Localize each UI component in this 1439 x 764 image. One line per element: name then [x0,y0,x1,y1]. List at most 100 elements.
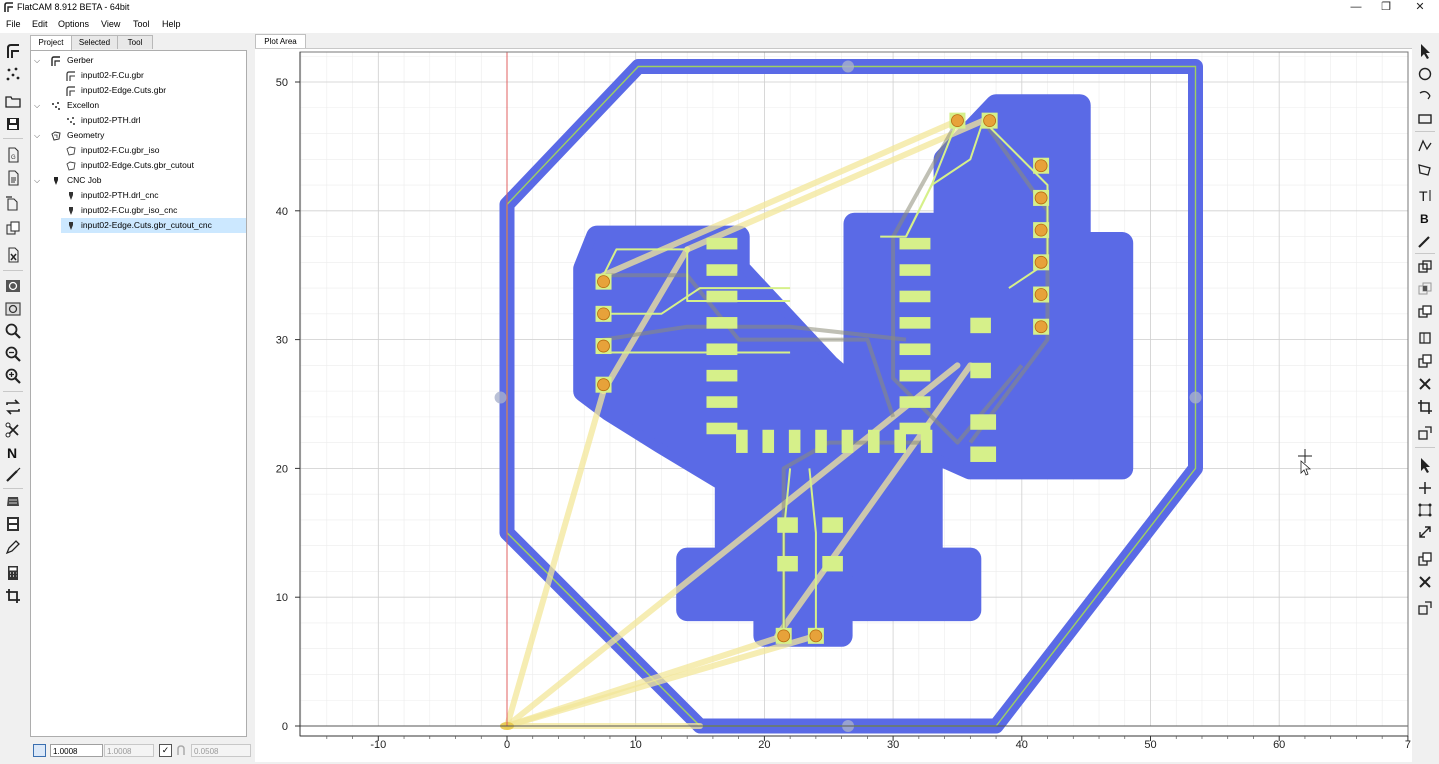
copy-object-icon[interactable] [4,219,22,237]
drill-hole [597,339,610,353]
tab-tool[interactable]: Tool [117,35,153,49]
maximize-button[interactable]: ❐ [1371,0,1401,17]
plot-svg[interactable]: -10 0 10 20 30 40 50 60 701020304050 [255,49,1412,762]
menu-file[interactable]: File [6,19,21,29]
paint-tool-icon[interactable] [4,466,22,484]
tree-item[interactable]: input02-Edge.Cuts.gbr_cutout [34,158,244,173]
smd-pad [970,446,997,462]
zoom-out-icon[interactable] [4,345,22,363]
tree-group-cnc-job[interactable]: ⌵ CNC Job [34,173,244,188]
double-sided-tool-icon[interactable] [4,398,22,416]
resize-icon[interactable] [1416,523,1434,541]
tree-item[interactable]: input02-Edge.Cuts.gbr [34,83,244,98]
menu-help[interactable]: Help [162,19,181,29]
plot-canvas[interactable]: -10 0 10 20 30 40 50 60 7 0 10 20 30 40 50 [255,48,1412,762]
zoom-fit-icon[interactable] [4,322,22,340]
y-tick-label: 0 [282,721,288,733]
minimize-button[interactable]: — [1341,0,1371,17]
save-icon[interactable] [4,115,22,133]
panelize-tool-icon[interactable] [4,492,22,510]
snap-y-input[interactable]: 1.0008 [104,744,154,757]
pad-array-icon[interactable] [1416,501,1434,519]
close-button[interactable]: ✕ [1405,0,1435,17]
snap-max-input[interactable]: 0.0508 [191,744,251,757]
add-polygon-icon[interactable] [1416,160,1434,178]
move-drill-icon[interactable] [1416,599,1434,617]
new-document-icon[interactable] [4,169,22,187]
cnc-file-icon [66,221,76,231]
new-excellon-icon[interactable] [4,65,22,83]
buffer-icon[interactable]: B [1416,209,1434,227]
open-folder-icon[interactable] [4,92,22,110]
film-tool-icon[interactable] [4,515,22,533]
copy-shape-icon[interactable] [1416,352,1434,370]
add-pad-icon[interactable] [1416,479,1434,497]
clear-plot-icon[interactable] [4,300,22,318]
tree-group-excellon[interactable]: ⌵ Excellon [34,98,244,113]
tree-group-gerber[interactable]: ⌵ Gerber [34,53,244,68]
smd-pad [706,422,738,435]
tree-item[interactable]: input02-F.Cu.gbr [34,68,244,83]
tab-plot-area[interactable]: Plot Area [255,34,306,49]
add-path-icon[interactable] [1416,137,1434,155]
menu-edit[interactable]: Edit [32,19,48,29]
menu-view[interactable]: View [101,19,120,29]
replot-icon[interactable] [4,277,22,295]
svg-text:B: B [1420,212,1429,226]
magnet-icon[interactable] [175,744,187,756]
right-toolbar: T B [1412,33,1439,761]
tree-group-geometry[interactable]: ⌵ Geometry [34,128,244,143]
smd-pad [762,429,775,453]
add-text-icon[interactable]: T [1416,186,1434,204]
new-project-icon[interactable] [4,42,22,60]
tab-selected[interactable]: Selected [71,35,118,49]
transform-tool-icon[interactable] [4,587,22,605]
transform-icon[interactable] [1416,398,1434,416]
intersection-icon[interactable] [1416,280,1434,298]
copy-drill-icon[interactable] [1416,550,1434,568]
paint-icon[interactable] [1416,232,1434,250]
delete-shape-icon[interactable] [1416,375,1434,393]
project-dock: Project Selected Tool ⌵ Gerber input02-F… [27,33,253,761]
menu-options[interactable]: Options [58,19,89,29]
subtraction-icon[interactable] [1416,303,1434,321]
add-rectangle-icon[interactable] [1416,110,1434,128]
add-circle-icon[interactable] [1416,65,1434,83]
snap-x-input[interactable]: 1.0008 [50,744,103,757]
delete-drill-icon[interactable] [1416,573,1434,591]
drill-hole [597,275,610,289]
tree-item[interactable]: input02-PTH.drl [34,113,244,128]
add-arc-icon[interactable] [1416,87,1434,105]
x-tick-label: 10 [630,739,642,751]
delete-object-icon[interactable] [4,246,22,264]
tree-item[interactable]: input02-F.Cu.gbr_iso [34,143,244,158]
cut-path-icon[interactable] [1416,329,1434,347]
solder-paste-tool-icon[interactable] [4,538,22,556]
grid-checkbox[interactable]: ✓ [159,744,172,757]
tab-project[interactable]: Project [30,35,72,50]
drill-hole [597,378,610,392]
tree-item-selected[interactable]: input02-Edge.Cuts.gbr_cutout_cnc [61,218,246,233]
select-arrow-icon[interactable] [1416,42,1434,60]
chevron-down-icon[interactable]: ⌵ [34,53,40,68]
tree-group-label: CNC Job [67,175,102,185]
title-bar: FlatCAM 8.912 BETA - 64bit — ❐ ✕ [0,0,1439,17]
chevron-down-icon[interactable]: ⌵ [34,128,40,143]
tree-item[interactable]: input02-F.Cu.gbr_iso_cnc [34,203,244,218]
chevron-down-icon[interactable]: ⌵ [34,173,40,188]
tree-item[interactable]: input02-PTH.drl_cnc [34,188,244,203]
chevron-down-icon[interactable]: ⌵ [34,98,40,113]
select-pointer-icon[interactable] [1416,456,1434,474]
calculator-tool-icon[interactable] [4,564,22,582]
ncc-tool-icon[interactable]: N [4,443,22,461]
menu-tool[interactable]: Tool [133,19,150,29]
union-icon[interactable] [1416,258,1434,276]
open-file-icon[interactable] [4,195,22,213]
cutout-tool-icon[interactable] [4,421,22,439]
toolbar-divider [1415,131,1435,132]
zoom-in-icon[interactable] [4,367,22,385]
move-shape-icon[interactable] [1416,424,1434,442]
snap-grid-toggle-icon[interactable] [33,744,46,757]
new-geometry-icon[interactable]: G [4,146,22,164]
smd-pad [736,429,748,453]
